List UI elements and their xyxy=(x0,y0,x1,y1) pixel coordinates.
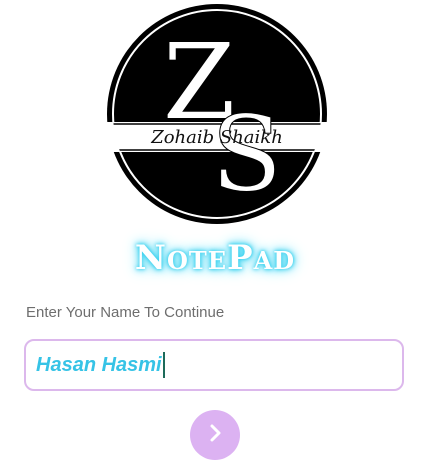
logo-letter-s: S xyxy=(211,93,282,215)
continue-button[interactable] xyxy=(190,410,240,460)
text-caret xyxy=(162,352,165,378)
name-entry-screen: Z S Zohaib Shaikh NotePad Enter Your Nam… xyxy=(0,0,430,470)
logo-signature: Zohaib Shaikh xyxy=(150,127,283,148)
zs-logo-icon: Z S Zohaib Shaikh xyxy=(103,0,331,228)
name-input-value: Hasan Hasmi xyxy=(36,353,162,376)
name-prompt-label: Enter Your Name To Continue xyxy=(26,304,225,321)
name-input[interactable]: Hasan Hasmi xyxy=(24,339,404,391)
chevron-right-icon xyxy=(204,422,226,449)
app-title: NotePad xyxy=(134,238,296,278)
